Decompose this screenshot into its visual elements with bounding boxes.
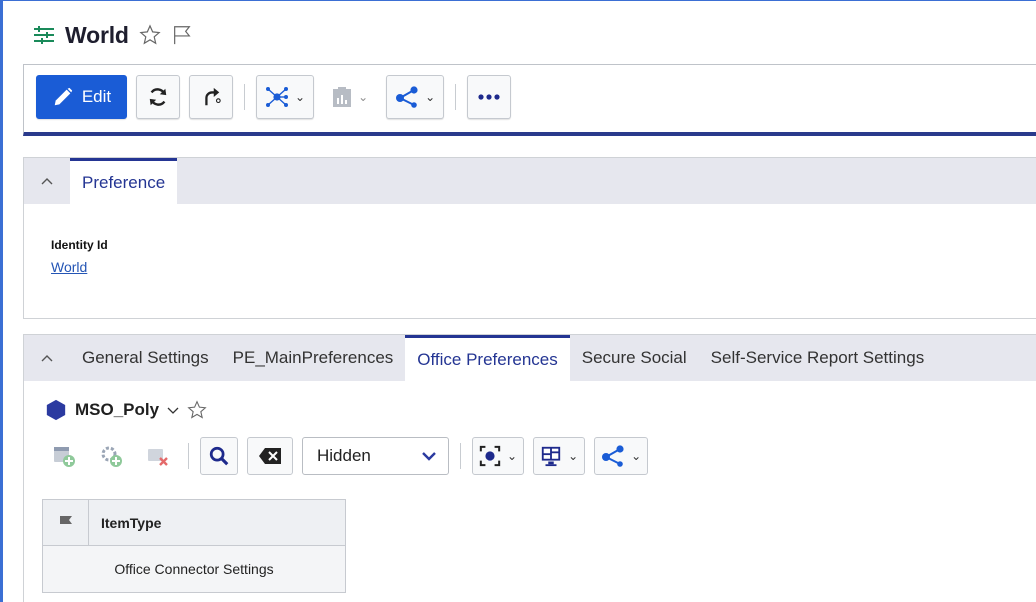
toolbar-separator [244,84,245,110]
refresh-button[interactable] [136,75,180,119]
share-icon [601,445,625,467]
chevron-down-icon: ⌄ [358,90,369,104]
favorite-star-icon[interactable] [139,24,161,46]
preference-panel: Preference [23,157,1036,319]
clipboard-report-icon [332,86,352,108]
tab-secure-social[interactable]: Secure Social [570,335,699,381]
title-bar: World [33,15,193,55]
tab-general-settings[interactable]: General Settings [70,335,221,381]
add-row-button[interactable] [45,437,83,475]
gear-add-icon [99,444,123,468]
layout-menu-button[interactable]: ⌄ [533,437,586,475]
relationship-grid: ItemType Office Connector Settings [42,499,346,593]
search-button[interactable] [200,437,238,475]
tab-preference[interactable]: Preference [70,158,178,204]
share-menu-button[interactable]: ⌄ [386,75,445,119]
item-name: MSO_Poly [75,400,160,419]
column-header-itemtype[interactable]: ItemType [89,500,345,545]
backspace-icon [258,447,282,465]
favorite-star-icon[interactable] [187,400,207,420]
tab-self-service-report-settings[interactable]: Self-Service Report Settings [699,335,937,381]
monitor-layout-icon [540,445,562,467]
refresh-icon [147,86,169,108]
search-mode-select[interactable]: Hidden [302,437,449,475]
chevron-down-icon: ⌄ [425,90,436,104]
identity-id-link[interactable]: World [51,259,87,275]
network-structure-icon [265,86,289,108]
chevron-up-icon [40,353,54,363]
more-actions-button[interactable] [467,75,512,119]
structure-menu-button[interactable]: ⌄ [256,75,315,119]
page-title: World [65,21,129,48]
grid-toolbar: Hidden ⌄ ⌄ ⌄ [45,437,649,475]
focus-view-icon [479,445,501,467]
flag-icon[interactable] [171,24,193,46]
toolbar-separator [188,443,189,469]
item-type-icon [33,25,55,45]
view-menu-button[interactable]: ⌄ [472,437,525,475]
pencil-icon [52,86,74,108]
main-toolbar-frame: Edit ⌄ ⌄ ⌄ [23,64,1036,136]
chevron-up-icon [40,176,54,186]
collapse-button[interactable] [24,158,70,204]
chevron-down-icon [422,451,436,461]
hexagon-icon [45,399,67,421]
more-dots-icon [477,93,501,101]
grid-header-row: ItemType [43,500,345,546]
share-icon [395,86,419,108]
tab-office-preferences[interactable]: Office Preferences [405,335,570,381]
promote-arrow-icon [200,86,222,108]
new-item-icon [52,444,76,468]
search-mode-value: Hidden [317,446,371,465]
chevron-down-icon: ⌄ [507,449,518,463]
relationship-item-header: MSO_Poly [45,399,207,421]
table-cell: Office Connector Settings [114,561,274,577]
main-toolbar: Edit ⌄ ⌄ ⌄ [36,75,512,119]
tab-pe-main-preferences[interactable]: PE_MainPreferences [221,335,406,381]
edit-button-label: Edit [81,87,112,106]
identity-id-label: Identity Id [51,238,108,252]
collapse-button[interactable] [24,335,70,381]
toolbar-separator [460,443,461,469]
table-row[interactable]: Office Connector Settings [43,546,345,592]
delete-row-button[interactable] [139,437,177,475]
search-icon [208,445,230,467]
flag-column-header[interactable] [43,500,89,545]
grid-share-menu-button[interactable]: ⌄ [594,437,649,475]
promote-button[interactable] [189,75,233,119]
delete-item-icon [146,444,170,468]
edit-button[interactable]: Edit [36,75,127,119]
flag-icon [58,515,74,531]
chevron-down-icon[interactable] [167,406,179,414]
pick-item-button[interactable] [92,437,130,475]
item-window: World Edit ⌄ ⌄ ⌄ Preference Identity Id … [0,0,1036,602]
clear-search-button[interactable] [247,437,293,475]
chevron-down-icon: ⌄ [631,449,642,463]
chevron-down-icon: ⌄ [295,90,306,104]
settings-panel-header: General Settings PE_MainPreferences Offi… [24,335,1036,381]
preference-panel-header: Preference [24,158,1036,204]
toolbar-separator [455,84,457,110]
chevron-down-icon: ⌄ [568,449,579,463]
report-menu-button[interactable]: ⌄ [323,75,377,119]
